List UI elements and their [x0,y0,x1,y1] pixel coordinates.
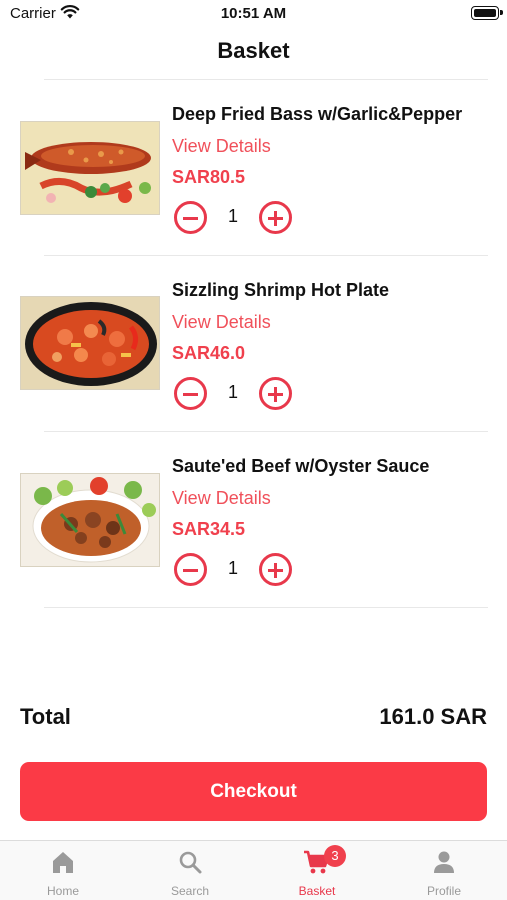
minus-icon [183,216,198,220]
item-name: Deep Fried Bass w/Garlic&Pepper [172,104,463,124]
page-title: Basket [217,38,290,63]
quantity-value: 1 [227,558,238,578]
checkout-button[interactable]: Checkout [20,762,487,821]
item-name: Saute'ed Beef w/Oyster Sauce [172,456,430,476]
item-price: SAR34.5 [172,519,246,539]
tab-bar: Home Search 3 Basket Profile [0,840,507,900]
tab-profile[interactable]: Profile [381,841,507,900]
tab-basket[interactable]: 3 Basket [254,841,380,900]
status-bar: Carrier 10:51 AM [0,0,507,30]
battery-icon [471,6,503,20]
item-name: Sizzling Shrimp Hot Plate [172,280,390,300]
increase-quantity-button[interactable] [259,201,292,234]
view-details-link[interactable]: View Details [172,136,271,157]
tab-label: Search [170,884,210,898]
decrease-quantity-button[interactable] [174,377,207,410]
status-time: 10:51 AM [220,5,287,22]
food-image-fried-bass[interactable] [20,121,160,215]
tab-label: Home [46,884,79,898]
quantity-value: 1 [227,206,238,226]
tab-search[interactable]: Search [127,841,253,900]
home-icon [53,852,73,873]
basket-item: Saute'ed Beef w/Oyster Sauce View Detail… [0,432,507,608]
item-price: SAR80.5 [172,167,246,187]
item-price: SAR46.0 [172,343,246,363]
minus-icon [183,392,198,396]
search-icon [179,851,202,874]
basket-item: Deep Fried Bass w/Garlic&Pepper View Det… [0,80,507,256]
view-details-link[interactable]: View Details [172,488,271,509]
quantity-value: 1 [227,382,238,402]
minus-icon [183,568,198,572]
cart-count-badge: 3 [324,845,346,867]
person-icon [434,851,454,873]
decrease-quantity-button[interactable] [174,201,207,234]
tab-home[interactable]: Home [0,841,126,900]
basket-item: Sizzling Shrimp Hot Plate View Details S… [0,256,507,432]
increase-quantity-button[interactable] [259,553,292,586]
increase-quantity-button[interactable] [259,377,292,410]
tab-label: Basket [298,884,336,898]
tab-label: Profile [426,884,461,898]
decrease-quantity-button[interactable] [174,553,207,586]
total-value: 161.0 SAR [379,704,487,729]
total-label: Total [20,704,71,729]
food-image-beef-oyster-sauce[interactable] [20,473,160,567]
food-image-shrimp-plate[interactable] [20,296,160,390]
view-details-link[interactable]: View Details [172,312,271,333]
divider [44,607,488,608]
